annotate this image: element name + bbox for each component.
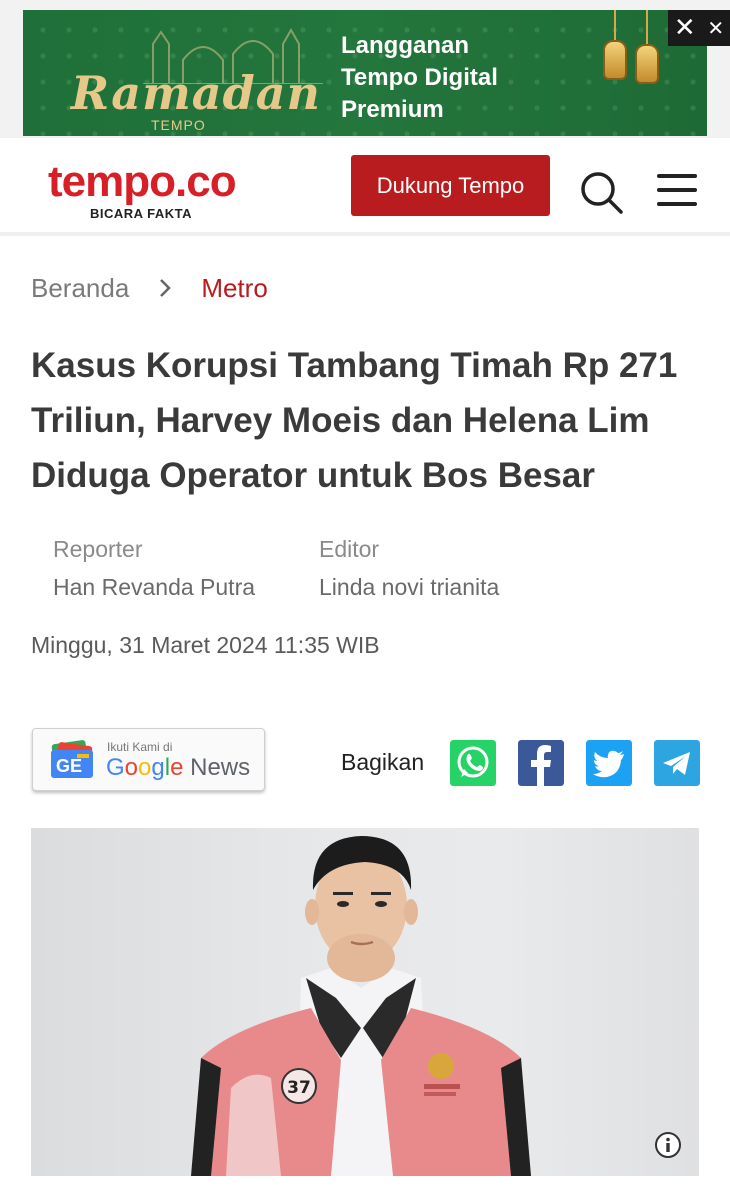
article-title-line: Diduga Operator untuk Bos Besar (31, 456, 595, 495)
twitter-icon[interactable] (586, 740, 632, 786)
article-photo[interactable]: 37 (31, 828, 699, 1176)
share-label: Bagikan (341, 749, 425, 775)
chevron-right-icon (160, 279, 172, 297)
google-news-follow-button[interactable]: GE Ikuti Kami di Google News (32, 728, 265, 791)
ad-headline-line: Premium (341, 96, 444, 123)
tempo-logo[interactable]: tempo.co BICARA FAKTA (48, 157, 237, 222)
breadcrumb-category[interactable]: Metro (201, 273, 267, 304)
lantern-icon (635, 10, 659, 84)
editor-label: Editor (319, 536, 380, 562)
support-button[interactable]: Dukung Tempo (351, 155, 550, 216)
google-letter: G (106, 754, 125, 781)
info-icon[interactable] (654, 1131, 682, 1159)
reporter-label: Reporter (53, 536, 143, 562)
breadcrumb: Beranda Metro (31, 268, 268, 308)
google-letter: o (138, 754, 152, 781)
google-news-icon: GE (51, 740, 93, 778)
article-title-line: Triliun, Harvey Moeis dan Helena Lim (31, 401, 650, 440)
hamburger-menu-icon[interactable] (657, 174, 697, 206)
logo-tagline: BICARA FAKTA (90, 206, 193, 221)
ad-container: Ramadan TEMPO Langganan Tempo Digital Pr… (0, 0, 730, 138)
follow-small-text: Ikuti Kami di (107, 740, 173, 754)
ad-headline-line: Tempo Digital (341, 64, 498, 91)
photo-illustration: 37 (191, 836, 531, 1176)
telegram-icon[interactable] (654, 740, 700, 786)
facebook-icon[interactable] (518, 740, 564, 786)
svg-text:GE: GE (56, 756, 82, 776)
whatsapp-icon[interactable] (450, 740, 496, 786)
news-word: News (190, 754, 251, 781)
ad-headline: Langganan Tempo Digital Premium (341, 30, 581, 126)
editor-block: Editor Linda novi trianita (319, 534, 499, 602)
breadcrumb-home[interactable]: Beranda (31, 273, 129, 304)
reporter-name[interactable]: Han Revanda Putra (53, 572, 255, 602)
publish-date: Minggu, 31 Maret 2024 11:35 WIB (31, 632, 380, 658)
google-letter: g (151, 754, 165, 781)
ad-close-button[interactable]: ✕ ✕ (668, 10, 730, 46)
google-letter: e (170, 754, 184, 781)
lantern-icon (603, 10, 627, 80)
close-icon[interactable]: ✕ (707, 18, 724, 38)
ad-brand-sub: TEMPO (151, 117, 206, 133)
site-header: tempo.co BICARA FAKTA Dukung Tempo (0, 138, 730, 236)
google-news-wordmark: Google News (106, 754, 250, 782)
ad-headline-line: Langganan (341, 32, 470, 59)
close-icon[interactable]: ✕ (674, 15, 696, 41)
reporter-block: Reporter Han Revanda Putra (53, 534, 255, 602)
vest-number: 37 (287, 1078, 311, 1098)
google-letter: o (124, 754, 139, 781)
article-title: Kasus Korupsi Tambang Timah Rp 271 Trili… (31, 338, 701, 503)
search-icon[interactable] (579, 170, 623, 214)
ad-brand-script: Ramadan (71, 66, 321, 120)
editor-name[interactable]: Linda novi trianita (319, 572, 499, 602)
ad-banner[interactable]: Ramadan TEMPO Langganan Tempo Digital Pr… (23, 10, 707, 136)
logo-text: tempo.co (48, 157, 237, 206)
article-title-line: Kasus Korupsi Tambang Timah Rp 271 (31, 346, 678, 385)
